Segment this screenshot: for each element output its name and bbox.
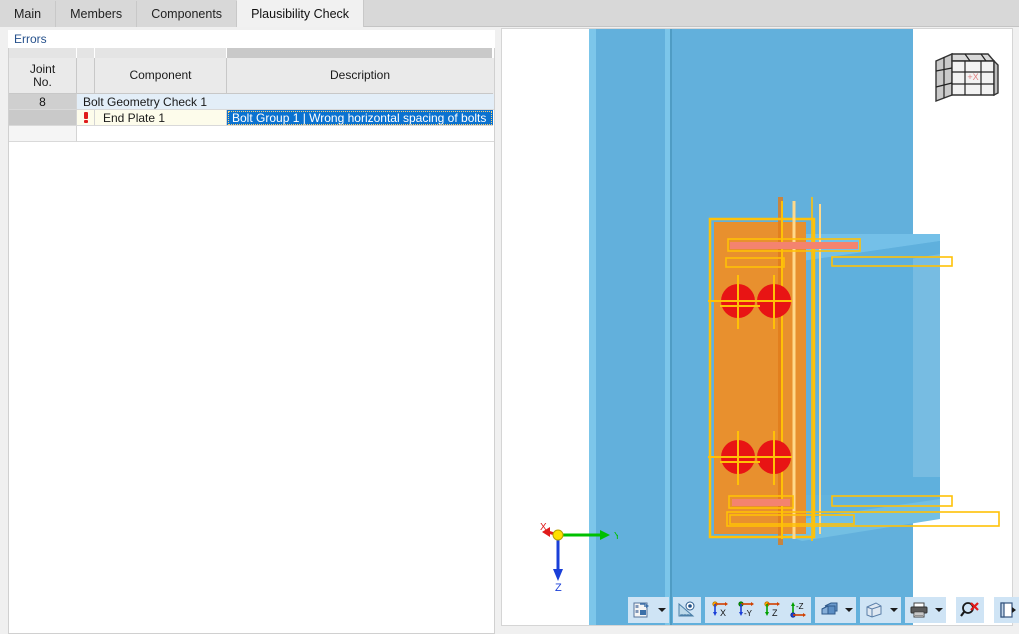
print-dropdown-arrow[interactable] bbox=[932, 598, 945, 622]
column-header-joint-no[interactable]: Joint No. bbox=[9, 58, 77, 94]
axis-negative-z-icon[interactable]: -Z bbox=[784, 598, 810, 622]
navigation-cube-label: +X bbox=[967, 72, 978, 82]
svg-text:-Y: -Y bbox=[744, 609, 753, 618]
navigation-cube[interactable]: +X bbox=[930, 47, 1002, 109]
printer-icon[interactable] bbox=[906, 598, 932, 622]
model-viewport[interactable]: +X Y Z X bbox=[502, 29, 1012, 625]
magnifier-cancel-icon[interactable] bbox=[957, 598, 983, 622]
view-angle-group bbox=[673, 597, 701, 623]
model-viewport-container: +X Y Z X bbox=[501, 28, 1013, 626]
shading-mode-dropdown-arrow[interactable] bbox=[842, 598, 855, 622]
column-header-joint-line1: Joint bbox=[29, 61, 56, 76]
print-group bbox=[905, 597, 946, 623]
svg-text:Z: Z bbox=[772, 608, 778, 618]
panel-expand-icon[interactable] bbox=[995, 598, 1019, 622]
tab-members[interactable]: Members bbox=[56, 1, 138, 27]
axis-x-icon[interactable]: X bbox=[706, 598, 732, 622]
group-cell-icon bbox=[77, 48, 95, 58]
wireframe-cube-icon[interactable] bbox=[861, 598, 887, 622]
column-header-icon[interactable] bbox=[77, 58, 95, 94]
tab-strip: Main Members Components Plausibility Che… bbox=[0, 0, 1019, 27]
solid-blocks-icon[interactable] bbox=[816, 598, 842, 622]
tab-plausibility-check[interactable]: Plausibility Check bbox=[237, 0, 365, 27]
cell-component: End Plate 1 bbox=[95, 110, 227, 126]
axis-label-x: X bbox=[540, 522, 547, 533]
render-settings-group bbox=[628, 597, 669, 623]
error-exclamation-icon bbox=[77, 110, 95, 126]
cell-empty-rest bbox=[77, 126, 494, 142]
errors-panel: Errors Joint No. Component Description 8… bbox=[0, 27, 495, 634]
grid-header-row: Joint No. Component Description bbox=[9, 58, 494, 94]
render-settings-dropdown-arrow[interactable] bbox=[655, 598, 668, 622]
svg-text:-Z: -Z bbox=[796, 602, 804, 611]
column-header-description[interactable]: Description bbox=[227, 58, 493, 94]
cell-empty-joint bbox=[9, 126, 77, 142]
shading-mode-group bbox=[815, 597, 856, 623]
axis-label-z: Z bbox=[555, 582, 562, 591]
group-cell-description bbox=[227, 48, 493, 58]
cell-joint-no bbox=[9, 110, 77, 126]
reset-zoom-group bbox=[956, 597, 984, 623]
cell-joint-no: 8 bbox=[9, 94, 77, 110]
svg-text:X: X bbox=[720, 608, 726, 618]
wireframe-mode-group bbox=[860, 597, 901, 623]
column-group-strip bbox=[9, 48, 494, 58]
viewport-toolbar: X -Y Z -Z bbox=[628, 597, 1019, 623]
axis-label-y: Y bbox=[614, 531, 618, 542]
cell-description-selected[interactable]: Bolt Group 1 | Wrong horizontal spacing … bbox=[227, 110, 493, 126]
tab-components[interactable]: Components bbox=[137, 1, 238, 27]
column-header-joint-line2: No. bbox=[33, 74, 52, 89]
grid-rows: 8 Bolt Geometry Check 1 End Plate 1 Bolt… bbox=[9, 94, 494, 142]
render-settings-icon[interactable] bbox=[629, 598, 655, 622]
expand-panel-group bbox=[994, 597, 1019, 623]
table-row[interactable]: End Plate 1 Bolt Group 1 | Wrong horizon… bbox=[9, 110, 494, 126]
errors-label: Errors bbox=[14, 32, 47, 46]
axis-orientation-indicator: Y Z X bbox=[540, 522, 618, 591]
group-cell-joint bbox=[9, 48, 77, 58]
group-cell-component bbox=[95, 48, 227, 58]
errors-section-title: Errors bbox=[8, 30, 495, 48]
table-row-empty bbox=[9, 126, 494, 142]
axis-negative-y-icon[interactable]: -Y bbox=[732, 598, 758, 622]
protractor-eye-icon[interactable] bbox=[674, 598, 700, 622]
table-row[interactable]: 8 Bolt Geometry Check 1 bbox=[9, 94, 494, 110]
errors-grid: Joint No. Component Description 8 Bolt G… bbox=[8, 48, 495, 634]
view-direction-group: X -Y Z -Z bbox=[705, 597, 811, 623]
wireframe-mode-dropdown-arrow[interactable] bbox=[887, 598, 900, 622]
axis-z-icon[interactable]: Z bbox=[758, 598, 784, 622]
application-window: Main Members Components Plausibility Che… bbox=[0, 0, 1019, 634]
tab-main[interactable]: Main bbox=[0, 1, 57, 27]
cell-group-title: Bolt Geometry Check 1 bbox=[77, 94, 494, 110]
column-header-component[interactable]: Component bbox=[95, 58, 227, 94]
